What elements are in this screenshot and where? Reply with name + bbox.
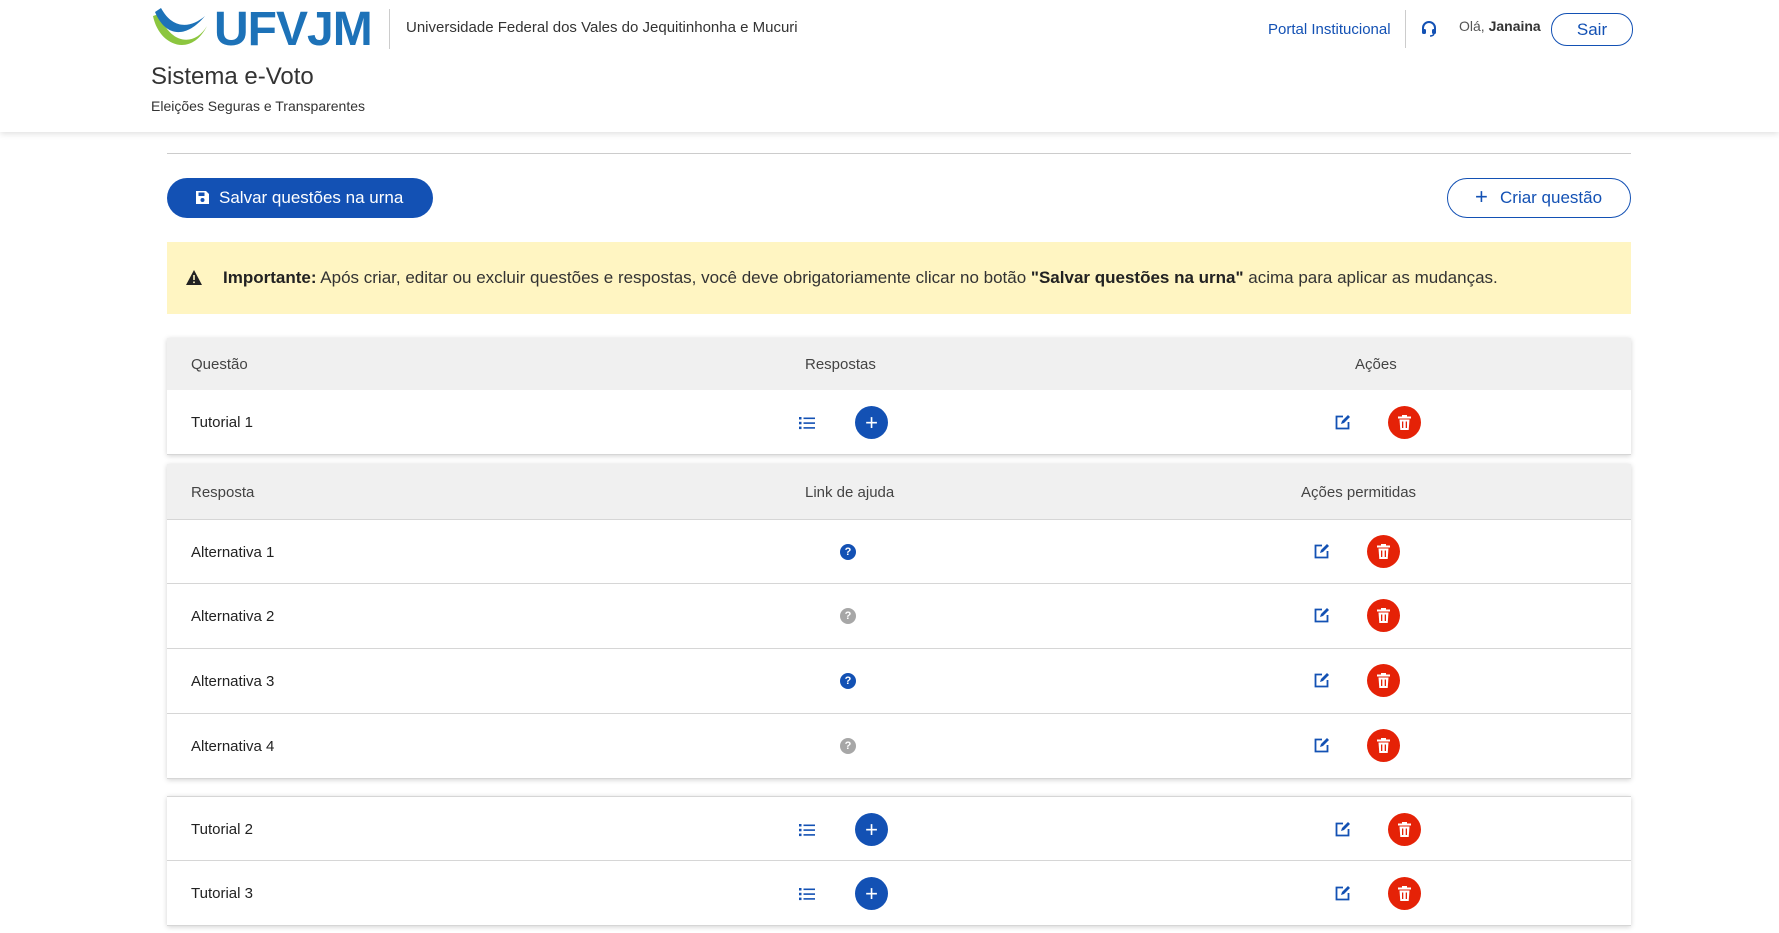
plus-icon: +: [1475, 184, 1488, 209]
trash-icon: [1377, 738, 1390, 753]
university-name: Universidade Federal dos Vales do Jequit…: [406, 19, 798, 36]
add-answer-button[interactable]: +: [855, 877, 888, 910]
logout-button[interactable]: Sair: [1551, 13, 1633, 46]
logo-text: UFVJM: [214, 3, 373, 56]
edit-icon[interactable]: [1334, 821, 1351, 838]
site-header: UFVJM Universidade Federal dos Vales do …: [0, 0, 1779, 132]
answer-row: Alternativa 2 ?: [167, 584, 1631, 649]
delete-question-button[interactable]: [1388, 813, 1421, 846]
edit-icon[interactable]: [1334, 414, 1351, 431]
edit-icon[interactable]: [1313, 543, 1330, 560]
trash-icon: [1398, 415, 1411, 430]
trash-icon: [1377, 544, 1390, 559]
answer-label: Alternativa 4: [191, 738, 275, 755]
delete-answer-button[interactable]: [1367, 535, 1400, 568]
edit-icon[interactable]: [1313, 672, 1330, 689]
questions-table-header: Questão Respostas Ações: [167, 338, 1631, 390]
trash-icon: [1377, 608, 1390, 623]
edit-icon[interactable]: [1313, 607, 1330, 624]
alert-strong: Importante:: [223, 268, 317, 287]
content-divider: [167, 153, 1631, 154]
column-header-answer: Resposta: [191, 484, 255, 501]
create-question-button[interactable]: + Criar questão: [1447, 178, 1631, 218]
column-header-allowed-actions: Ações permitidas: [1301, 484, 1417, 501]
column-header-question: Questão: [191, 356, 248, 373]
question-label: Tutorial 2: [191, 821, 253, 838]
save-questions-label: Salvar questões na urna: [219, 188, 404, 207]
delete-answer-button[interactable]: [1367, 664, 1400, 697]
column-header-help-link: Link de ajuda: [805, 484, 895, 501]
answer-label: Alternativa 3: [191, 673, 275, 690]
trash-icon: [1377, 673, 1390, 688]
ufvjm-logo[interactable]: UFVJM: [151, 6, 373, 54]
floppy-disk-icon: [196, 191, 209, 204]
create-question-label: Criar questão: [1500, 188, 1603, 207]
delete-answer-button[interactable]: [1367, 729, 1400, 762]
edit-icon[interactable]: [1313, 737, 1330, 754]
warning-triangle-icon: [186, 270, 202, 285]
delete-question-button[interactable]: [1388, 877, 1421, 910]
question-row: Tutorial 2 +: [167, 796, 1631, 861]
question-row: Tutorial 3 +: [167, 861, 1631, 926]
add-answer-button[interactable]: +: [855, 406, 888, 439]
delete-question-button[interactable]: [1388, 406, 1421, 439]
answer-row: Alternativa 3 ?: [167, 649, 1631, 714]
greeting-prefix: Olá,: [1459, 18, 1485, 34]
trash-icon: [1398, 886, 1411, 901]
answers-table-header: Resposta Link de ajuda Ações permitidas: [167, 464, 1631, 519]
answer-label: Alternativa 1: [191, 544, 275, 561]
trash-icon: [1398, 822, 1411, 837]
delete-answer-button[interactable]: [1367, 599, 1400, 632]
answer-label: Alternativa 2: [191, 608, 275, 625]
important-alert: Importante: Após criar, editar ou exclui…: [167, 242, 1631, 314]
alert-text-after: acima para aplicar as mudanças.: [1243, 268, 1498, 287]
list-icon[interactable]: [799, 887, 815, 901]
help-link-icon[interactable]: ?: [840, 738, 856, 754]
add-answer-button[interactable]: +: [855, 813, 888, 846]
answer-row: Alternativa 1 ?: [167, 519, 1631, 584]
headset-icon[interactable]: [1420, 20, 1438, 38]
system-title: Sistema e-Voto: [151, 63, 314, 90]
list-icon[interactable]: [799, 823, 815, 837]
question-label: Tutorial 3: [191, 885, 253, 902]
column-header-actions: Ações: [1355, 356, 1397, 373]
alert-text-before: Após criar, editar ou excluir questões e…: [316, 268, 1031, 287]
system-subtitle: Eleições Seguras e Transparentes: [151, 98, 366, 114]
user-name: Janaina: [1488, 18, 1541, 34]
header-divider: [389, 9, 390, 49]
answer-row: Alternativa 4 ?: [167, 714, 1631, 779]
alert-quoted: "Salvar questões na urna": [1030, 268, 1244, 287]
question-label: Tutorial 1: [191, 414, 253, 431]
portal-institucional-link[interactable]: Portal Institucional: [1268, 21, 1391, 38]
ufvjm-leaf-icon: [153, 8, 207, 45]
help-link-icon[interactable]: ?: [840, 673, 856, 689]
list-icon[interactable]: [799, 416, 815, 430]
question-row: Tutorial 1 +: [167, 390, 1631, 455]
help-link-icon[interactable]: ?: [840, 544, 856, 560]
header-divider-right: [1405, 10, 1406, 48]
alert-text: Importante: Após criar, editar ou exclui…: [223, 268, 1498, 288]
help-link-icon[interactable]: ?: [840, 608, 856, 624]
column-header-answers: Respostas: [805, 356, 876, 373]
edit-icon[interactable]: [1334, 885, 1351, 902]
save-questions-button[interactable]: Salvar questões na urna: [167, 178, 433, 218]
user-greeting: Olá, Janaina: [1459, 18, 1541, 34]
